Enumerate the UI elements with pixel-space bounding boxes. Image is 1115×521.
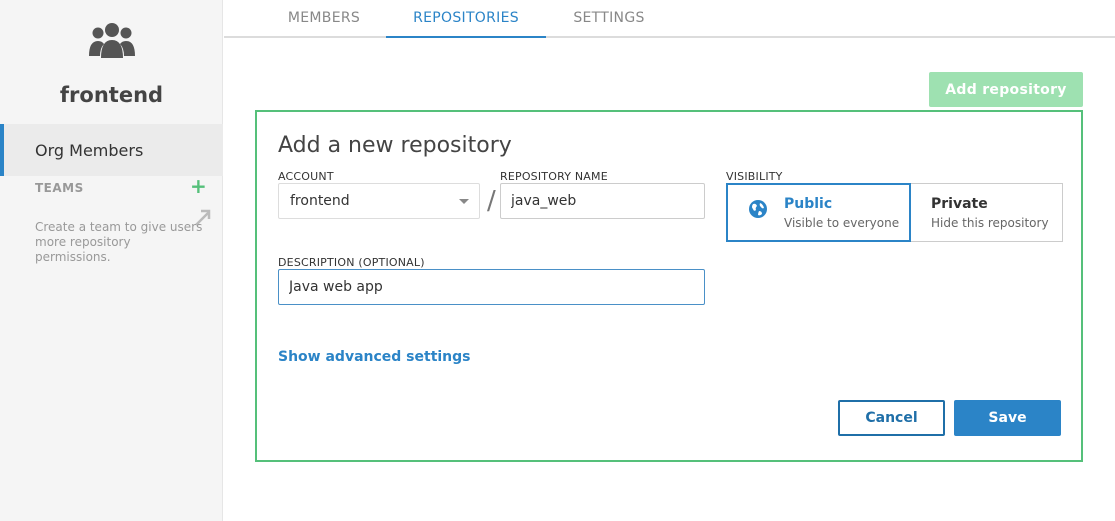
visibility-public-title: Public — [784, 196, 833, 212]
description-input[interactable] — [278, 269, 705, 305]
show-advanced-settings-link[interactable]: Show advanced settings — [278, 349, 471, 365]
tab-members[interactable]: MEMBERS — [264, 0, 384, 38]
tab-bar: MEMBERS REPOSITORIES SETTINGS — [224, 0, 1115, 38]
chevron-down-icon — [459, 199, 469, 204]
visibility-private-title: Private — [931, 196, 988, 212]
visibility-label: VISIBILITY — [726, 170, 783, 183]
globe-icon — [749, 200, 767, 218]
account-select-value: frontend — [290, 193, 350, 209]
account-select[interactable]: frontend — [278, 183, 480, 219]
visibility-private-option[interactable]: Private Hide this repository — [910, 183, 1063, 242]
teams-label: TEAMS — [35, 181, 84, 195]
org-name: frontend — [59, 83, 164, 107]
visibility-public-option[interactable]: Public Visible to everyone — [726, 183, 911, 242]
add-repository-button[interactable]: Add repository — [929, 72, 1083, 107]
sidebar-item-org-members[interactable]: Org Members — [0, 124, 223, 176]
visibility-private-subtitle: Hide this repository — [931, 216, 1049, 230]
sidebar: frontend Org Members TEAMS + Create a te… — [0, 0, 223, 521]
repo-name-input[interactable] — [500, 183, 705, 219]
account-repo-separator: / — [487, 186, 496, 216]
add-repository-panel: Add a new repository ACCOUNT frontend / … — [255, 110, 1083, 462]
plus-icon[interactable]: + — [190, 176, 207, 196]
panel-title: Add a new repository — [278, 133, 512, 158]
tab-settings[interactable]: SETTINGS — [554, 0, 664, 38]
sidebar-item-label: Org Members — [35, 141, 144, 160]
save-button[interactable]: Save — [954, 400, 1061, 436]
users-group-icon — [89, 23, 135, 58]
account-label: ACCOUNT — [278, 170, 334, 183]
cancel-button[interactable]: Cancel — [838, 400, 945, 436]
tab-repositories[interactable]: REPOSITORIES — [386, 0, 546, 38]
visibility-public-subtitle: Visible to everyone — [784, 216, 900, 230]
visibility-toggle: Public Visible to everyone Private Hide … — [726, 183, 1063, 242]
repo-name-label: REPOSITORY NAME — [500, 170, 608, 183]
description-label: DESCRIPTION (OPTIONAL) — [278, 256, 425, 269]
teams-help-text: Create a team to give users more reposit… — [35, 220, 203, 264]
